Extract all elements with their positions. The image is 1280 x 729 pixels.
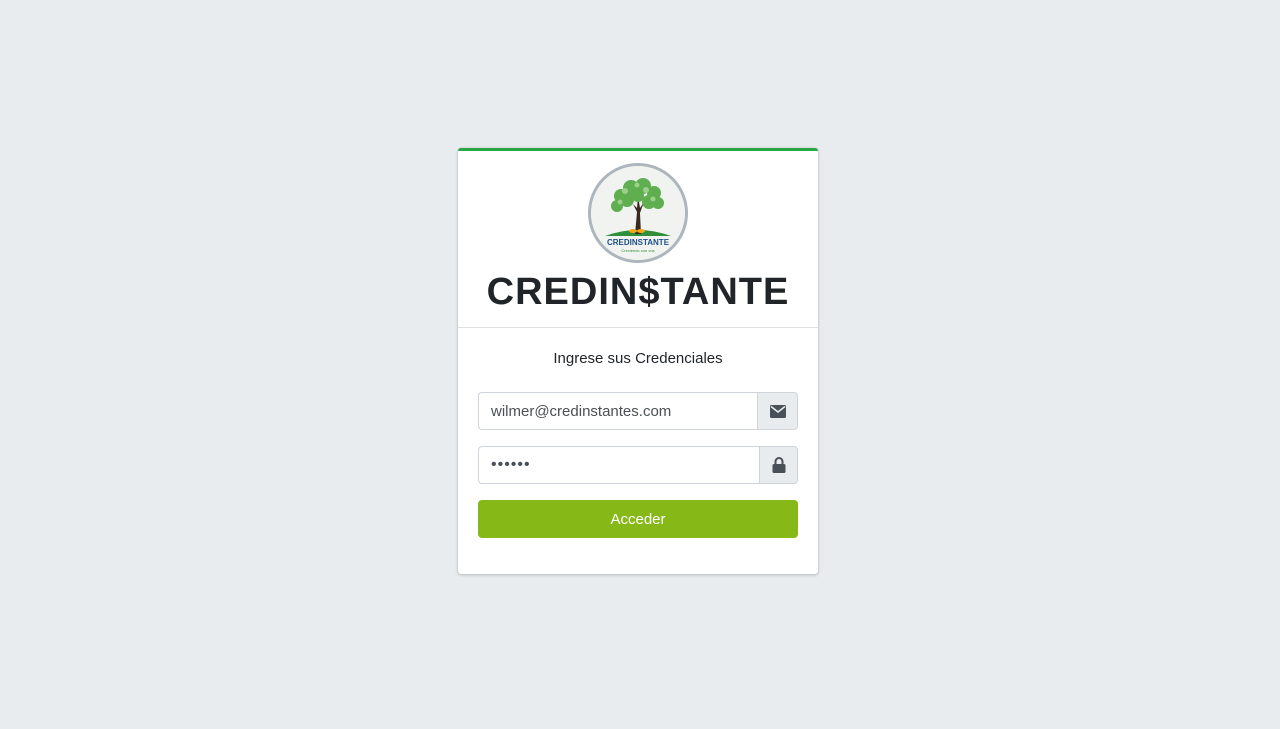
login-card: CREDINSTANTE Creciendo con vos CREDIN$TA…: [458, 148, 818, 574]
lock-icon: [772, 457, 785, 473]
brand-title: CREDIN$TANTE: [486, 271, 790, 313]
login-subtitle: Ingrese sus Credenciales: [553, 350, 723, 367]
password-addon: [759, 446, 798, 484]
email-input[interactable]: [478, 392, 757, 430]
email-addon: [757, 392, 798, 430]
card-body: Ingrese sus Credenciales Acceder: [458, 328, 818, 574]
login-button[interactable]: Acceder: [478, 500, 798, 538]
card-header: CREDINSTANTE Creciendo con vos CREDIN$TA…: [458, 151, 818, 328]
envelope-icon: [769, 404, 786, 418]
company-logo: CREDINSTANTE Creciendo con vos: [588, 163, 688, 263]
logo-tagline: Creciendo con vos: [621, 248, 654, 253]
password-input[interactable]: [478, 446, 759, 484]
logo-text: CREDINSTANTE: [607, 238, 670, 247]
email-input-group: [478, 392, 798, 430]
password-input-group: [478, 446, 798, 484]
